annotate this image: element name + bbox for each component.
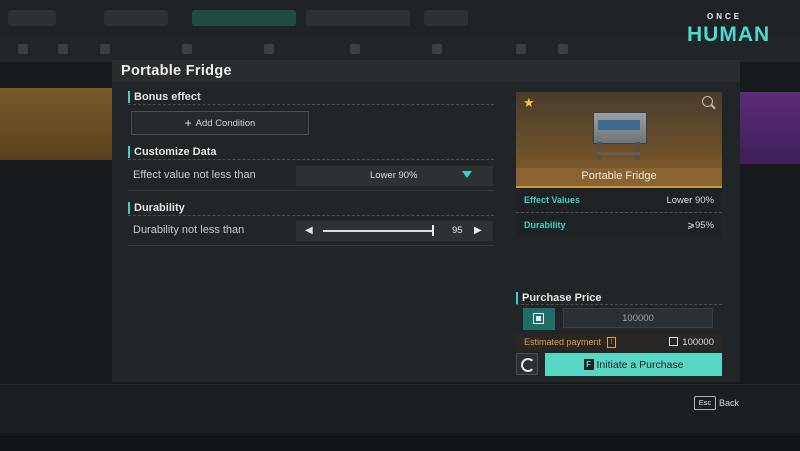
fridge-leg <box>635 142 640 160</box>
slider-thumb[interactable] <box>432 225 434 236</box>
effect-value-label: Effect value not less than <box>133 169 256 181</box>
once-human-logo: ONCE HUMAN <box>687 12 771 48</box>
background-bottom-panel <box>0 384 800 433</box>
refresh-button[interactable] <box>516 353 538 375</box>
logo-line2: HUMAN <box>687 23 771 46</box>
refresh-icon <box>521 358 535 372</box>
fridge-shelf <box>597 152 640 155</box>
bg-tab-active <box>192 10 296 26</box>
effect-value-selected: Lower 90% <box>370 170 418 181</box>
stat-value: Lower 90% <box>666 195 714 206</box>
currency-icon <box>533 313 544 324</box>
plus-icon: + <box>184 116 192 130</box>
fridge-image <box>589 108 649 162</box>
search-icon[interactable] <box>702 96 713 107</box>
item-preview-card: ★ Portable Fridge <box>516 92 722 186</box>
decrease-arrow-icon[interactable]: ◀ <box>305 225 313 236</box>
bonus-effect-heading: Bonus effect <box>128 91 201 103</box>
modal-title: Portable Fridge <box>121 63 232 79</box>
bg-icon <box>558 44 568 54</box>
bg-icon <box>264 44 274 54</box>
chevron-down-icon <box>462 171 472 178</box>
background-item-card <box>740 92 800 164</box>
durability-value: 95 <box>452 225 463 236</box>
stat-key: Durability <box>524 220 566 230</box>
bg-icon <box>100 44 110 54</box>
increase-arrow-icon[interactable]: ▶ <box>474 225 482 236</box>
background-item-card <box>0 88 112 160</box>
background-icon-row <box>0 36 800 62</box>
row-divider <box>128 245 494 246</box>
estimated-payment-row: Estimated payment ! 100000 <box>516 334 722 351</box>
item-name: Portable Fridge <box>581 170 657 182</box>
esc-key-icon[interactable]: Esc <box>694 396 716 410</box>
background-footer <box>0 436 800 451</box>
stat-value: ⩾95% <box>687 220 714 231</box>
initiate-purchase-button[interactable]: F Initiate a Purchase <box>545 353 722 376</box>
logo-line1: ONCE <box>707 12 743 21</box>
divider <box>128 104 494 105</box>
stat-row: Effect Values Lower 90% <box>516 188 722 212</box>
star-icon[interactable]: ★ <box>523 95 535 111</box>
bg-icon <box>432 44 442 54</box>
bg-tab <box>306 10 410 26</box>
durability-heading: Durability <box>128 202 185 214</box>
back-label[interactable]: Back <box>719 398 739 408</box>
stat-row: Durability ⩾95% <box>516 213 722 237</box>
fridge-stripe <box>598 120 640 130</box>
customize-data-heading: Customize Data <box>128 146 217 158</box>
bg-icon <box>182 44 192 54</box>
initiate-purchase-label: Initiate a Purchase <box>596 358 684 371</box>
bg-tab <box>104 10 168 26</box>
bg-icon <box>18 44 28 54</box>
background-top-nav <box>0 0 800 36</box>
bg-icon <box>58 44 68 54</box>
slider-track[interactable] <box>323 230 434 232</box>
bg-tab <box>8 10 56 26</box>
price-input[interactable] <box>563 308 713 328</box>
add-condition-label: Add Condition <box>195 117 256 129</box>
bg-icon <box>350 44 360 54</box>
divider <box>128 215 494 216</box>
durability-slider: ◀ 95 ▶ <box>296 221 493 241</box>
info-icon[interactable]: ! <box>607 337 616 348</box>
purchase-price-heading: Purchase Price <box>516 292 602 304</box>
add-condition-button[interactable]: + Add Condition <box>131 111 309 135</box>
bg-icon <box>516 44 526 54</box>
estimated-amount: 100000 <box>682 337 714 348</box>
currency-button[interactable] <box>523 308 555 330</box>
row-divider <box>128 190 494 191</box>
divider <box>128 159 494 160</box>
bg-tab <box>424 10 468 26</box>
key-hint-f: F <box>583 359 594 370</box>
estimated-payment-label: Estimated payment <box>524 337 602 347</box>
durability-label: Durability not less than <box>133 224 245 236</box>
divider <box>516 304 722 305</box>
fridge-leg <box>597 142 602 160</box>
effect-value-select[interactable]: Lower 90% <box>296 166 493 186</box>
currency-icon <box>669 337 679 346</box>
estimated-payment-value: 100000 <box>669 337 714 348</box>
stat-key: Effect Values <box>524 195 581 205</box>
